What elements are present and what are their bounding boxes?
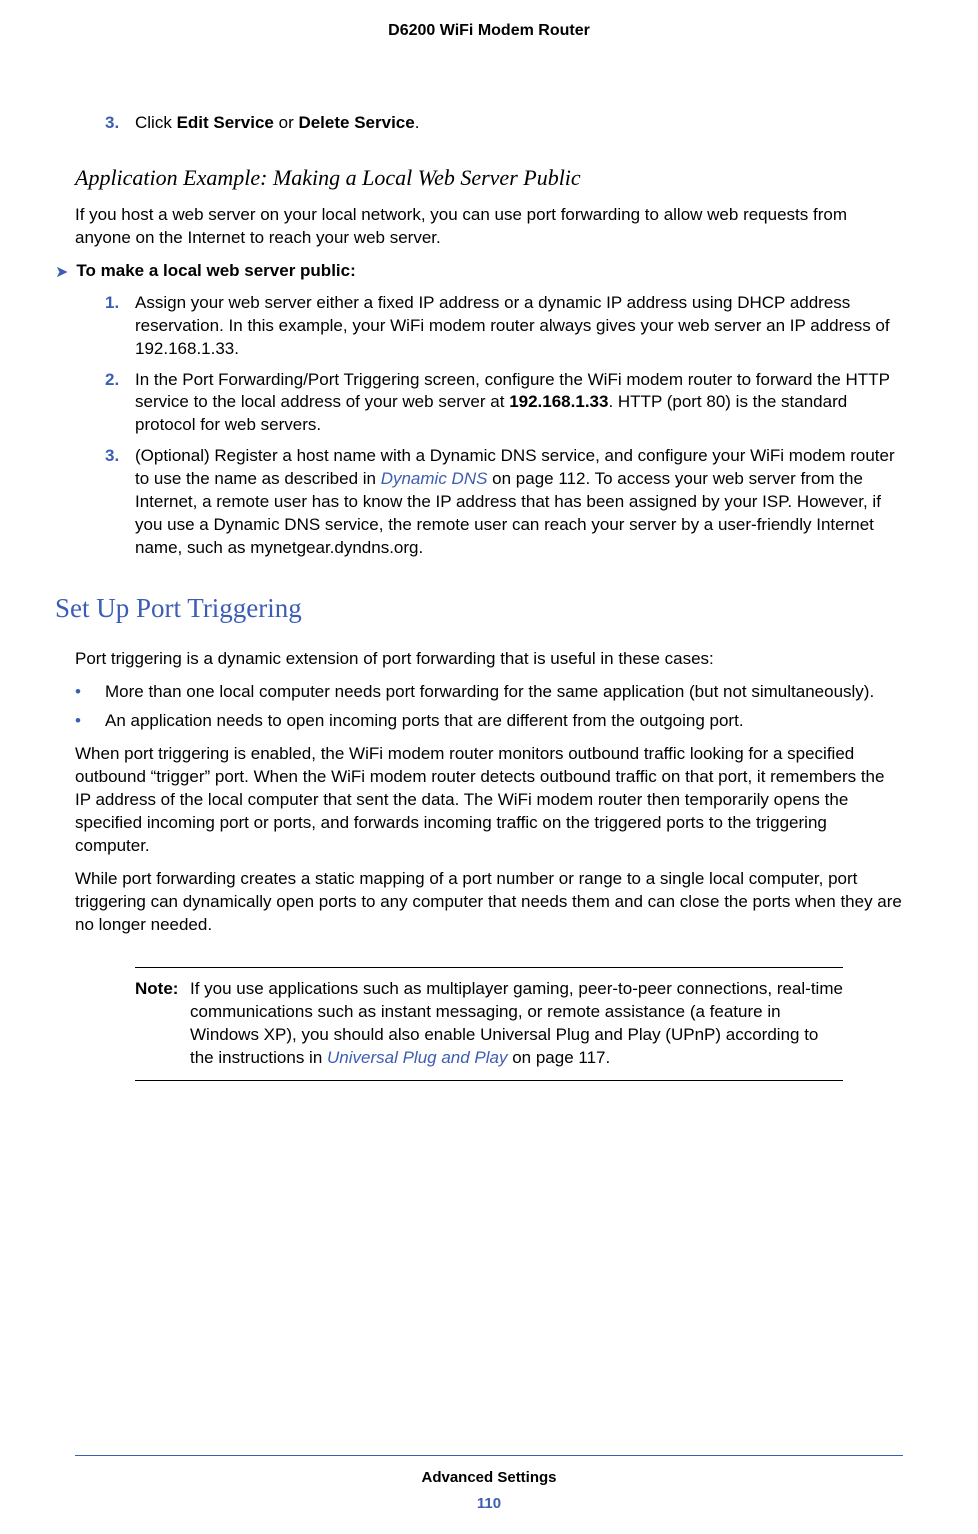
step-text: Assign your web server either a fixed IP… — [135, 292, 903, 361]
proc-step-3: 3. (Optional) Register a host name with … — [105, 445, 903, 560]
page-content: 3. Click Edit Service or Delete Service.… — [75, 112, 903, 1081]
subheading-application-example: Application Example: Making a Local Web … — [75, 163, 903, 193]
para-trigger-explain: When port triggering is enabled, the WiF… — [75, 743, 903, 858]
note-suffix: on page 117. — [508, 1048, 611, 1067]
step-text: (Optional) Register a host name with a D… — [135, 445, 903, 560]
bold-ip: 192.168.1.33 — [509, 392, 608, 411]
link-dynamic-dns[interactable]: Dynamic DNS — [381, 469, 488, 488]
procedure-heading: ➤ To make a local web server public: — [55, 260, 903, 284]
text-mid: or — [274, 113, 299, 132]
para-trigger-intro: Port triggering is a dynamic extension o… — [75, 648, 903, 671]
section-heading-port-triggering: Set Up Port Triggering — [55, 590, 903, 626]
footer-page-number: 110 — [0, 1494, 978, 1514]
bullet-1: • More than one local computer needs por… — [75, 681, 903, 704]
proc-step-1: 1. Assign your web server either a fixed… — [105, 292, 903, 361]
step-number: 3. — [105, 445, 135, 560]
footer-divider — [75, 1455, 903, 1456]
bullet-text: More than one local computer needs port … — [105, 681, 903, 704]
step-number: 2. — [105, 369, 135, 438]
proc-step-2: 2. In the Port Forwarding/Port Triggerin… — [105, 369, 903, 438]
bullet-text: An application needs to open incoming po… — [105, 710, 903, 733]
step-text: In the Port Forwarding/Port Triggering s… — [135, 369, 903, 438]
bullet-2: • An application needs to open incoming … — [75, 710, 903, 733]
step-text: Click Edit Service or Delete Service. — [135, 112, 903, 135]
arrow-icon: ➤ — [55, 262, 68, 284]
page-footer: Advanced Settings 110 — [0, 1455, 978, 1515]
para-intro: If you host a web server on your local n… — [75, 204, 903, 250]
para-trigger-compare: While port forwarding creates a static m… — [75, 868, 903, 937]
bold-edit-service: Edit Service — [177, 113, 274, 132]
bold-delete-service: Delete Service — [298, 113, 414, 132]
step-3: 3. Click Edit Service or Delete Service. — [105, 112, 903, 135]
page-header-title: D6200 WiFi Modem Router — [75, 0, 903, 112]
procedure-heading-text: To make a local web server public: — [76, 260, 355, 283]
note-text: If you use applications such as multipla… — [190, 978, 843, 1070]
bullet-icon: • — [75, 710, 105, 733]
bullet-icon: • — [75, 681, 105, 704]
text-suffix: . — [415, 113, 420, 132]
footer-section-name: Advanced Settings — [0, 1468, 978, 1488]
step-number: 3. — [105, 112, 135, 135]
note-box: Note: If you use applications such as mu… — [135, 967, 843, 1081]
note-label: Note: — [135, 978, 190, 1070]
text-prefix: Click — [135, 113, 177, 132]
step-number: 1. — [105, 292, 135, 361]
link-upnp[interactable]: Universal Plug and Play — [327, 1048, 507, 1067]
